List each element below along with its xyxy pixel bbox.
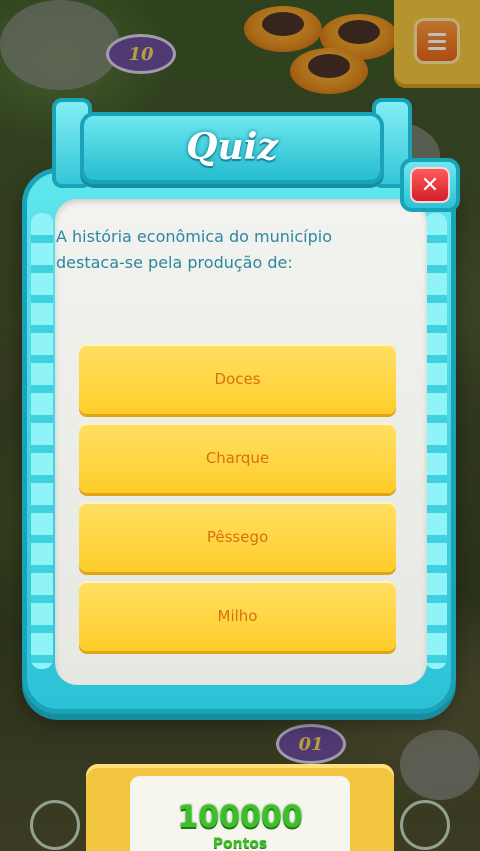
score-panel: 100000 Pontos: [86, 764, 394, 851]
vine-decoration: [30, 800, 80, 850]
answer-button[interactable]: Milho: [79, 581, 396, 651]
answer-button[interactable]: Charque: [79, 423, 396, 493]
answer-label: Pêssego: [206, 528, 269, 546]
answer-button[interactable]: Doces: [79, 344, 396, 414]
score-value: 100000: [177, 800, 303, 835]
score-label: Pontos: [212, 836, 268, 851]
quiz-title-banner: Quiz: [52, 98, 412, 196]
close-button-frame: ✕: [400, 158, 460, 212]
frame-decoration: [31, 213, 53, 669]
close-icon: ✕: [420, 172, 440, 198]
answer-label: Doces: [214, 370, 261, 388]
answer-label: Charque: [205, 449, 270, 467]
answer-label: Milho: [217, 607, 258, 625]
score-display: 100000 Pontos: [130, 776, 350, 851]
quiz-title: Quiz: [186, 126, 278, 168]
frame-decoration: [425, 213, 447, 669]
quiz-question: A história econômica do município destac…: [56, 227, 332, 272]
answer-button[interactable]: Pêssego: [79, 502, 396, 572]
close-button[interactable]: ✕: [410, 167, 450, 203]
vine-decoration: [400, 800, 450, 850]
